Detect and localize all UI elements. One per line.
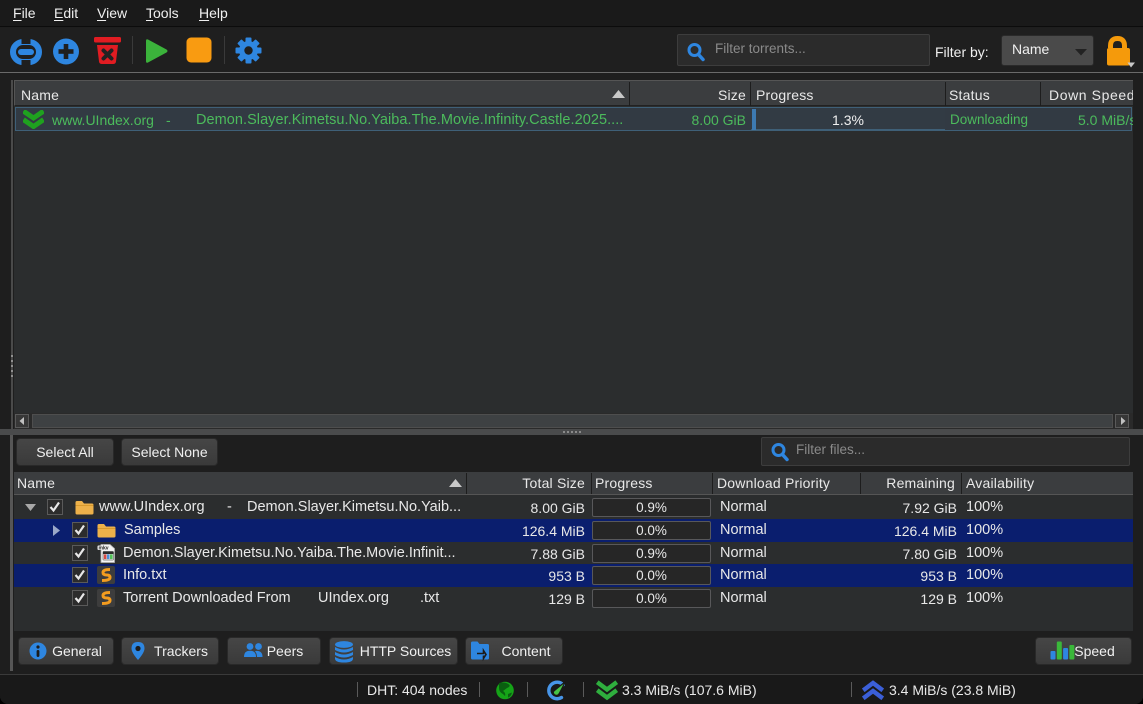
svg-text:mkv: mkv	[99, 546, 109, 552]
